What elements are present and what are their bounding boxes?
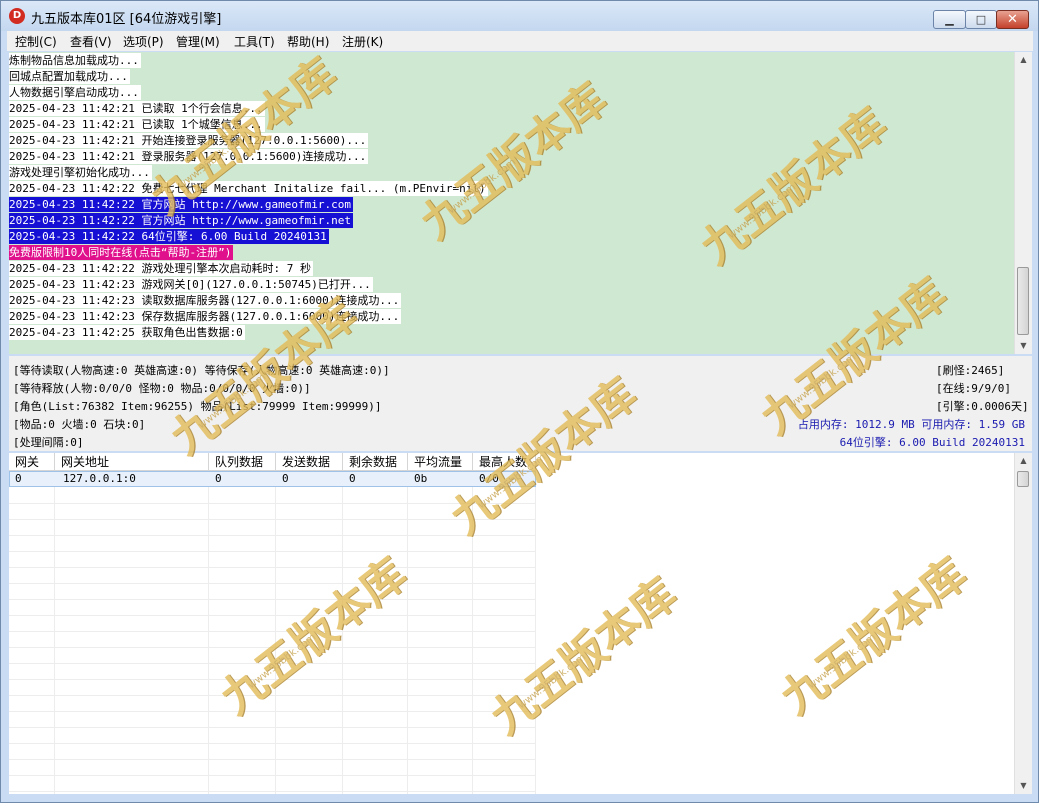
grid-row-line	[9, 551, 536, 552]
log-line: 2025-04-23 11:42:23 游戏网关[0](127.0.0.1:50…	[9, 277, 373, 292]
col-avg-traffic[interactable]: 平均流量	[408, 453, 473, 471]
log-scroll-thumb[interactable]	[1017, 267, 1029, 335]
status-interval: [处理间隔:0]	[13, 436, 84, 449]
col-remaining-data[interactable]: 剩余数据	[343, 453, 408, 471]
log-panel[interactable]: 炼制物品信息加载成功... 回城点配置加载成功... 人物数据引擎启动成功... 20…	[9, 52, 1014, 354]
log-line: 2025-04-23 11:42:21 已读取 1个行会信息...	[9, 101, 265, 116]
scroll-up-icon[interactable]: ▲	[1015, 52, 1032, 68]
status-engine-uptime: [引擎:0.0006天]	[936, 400, 1029, 413]
status-wait-read: [等待读取(人物高速:0 英雄高速:0) 等待保存(人物高速:0 英雄高速:0)…	[13, 364, 390, 377]
cell-remaining-data: 0	[349, 472, 356, 485]
log-line: 2025-04-23 11:42:21 开始连接登录服务器(127.0.0.1:…	[9, 133, 369, 148]
menu-view[interactable]: 查看(V)	[70, 33, 112, 50]
log-scrollbar[interactable]: ▲ ▼	[1014, 52, 1032, 354]
scroll-down-icon[interactable]: ▼	[1015, 338, 1032, 354]
log-line: 免费版限制10人同时在线(点击“帮助-注册”)	[9, 245, 234, 260]
status-panel: [等待读取(人物高速:0 英雄高速:0) 等待保存(人物高速:0 英雄高速:0)…	[9, 356, 1032, 451]
menu-help[interactable]: 帮助(H)	[287, 33, 329, 50]
grid-row-line	[9, 711, 536, 712]
cell-queue-data: 0	[215, 472, 222, 485]
log-line: 2025-04-23 11:42:22 官方网站 http://www.game…	[9, 213, 354, 228]
log-line: 2025-04-23 11:42:25 获取角色出售数据:0	[9, 325, 245, 340]
close-icon: ✕	[1007, 12, 1018, 27]
cell-sent-data: 0	[282, 472, 289, 485]
grid-column-line	[208, 487, 209, 794]
grid-column-line	[342, 487, 343, 794]
col-gateway-address[interactable]: 网关地址	[55, 453, 209, 471]
maximize-button[interactable]: □	[965, 10, 997, 29]
grid-row-line	[9, 519, 536, 520]
cell-gateway-address: 127.0.0.1:0	[63, 472, 136, 485]
grid-row-line	[9, 647, 536, 648]
log-line: 2025-04-23 11:42:21 登录服务器(127.0.0.1:5600…	[9, 149, 369, 164]
status-items-firewall: [物品:0 火墙:0 石块:0]	[13, 418, 146, 431]
window-title: 九五版本库01区 [64位游戏引擎]	[31, 12, 222, 27]
cell-gateway: 0	[15, 472, 22, 485]
status-memory: 占用内存: 1012.9 MB 可用内存: 1.59 GB	[797, 418, 1025, 431]
maximize-icon: □	[975, 13, 987, 26]
log-line: 炼制物品信息加载成功...	[9, 53, 141, 68]
status-spawn: [刷怪:2465]	[936, 364, 1005, 377]
log-line: 人物数据引擎启动成功...	[9, 85, 141, 100]
table-scroll-up-icon[interactable]: ▲	[1015, 453, 1032, 469]
log-line: 2025-04-23 11:42:22 游戏处理引擎本次启动耗时: 7 秒	[9, 261, 313, 276]
menu-bar: 控制(C) 查看(V) 选项(P) 管理(M) 工具(T) 帮助(H) 注册(K…	[7, 31, 1033, 51]
col-max-users[interactable]: 最高人数	[473, 453, 536, 471]
cell-avg-traffic: 0b	[414, 472, 428, 485]
menu-tools[interactable]: 工具(T)	[234, 33, 275, 50]
log-line: 回城点配置加载成功...	[9, 69, 130, 84]
close-button[interactable]: ✕	[996, 10, 1029, 29]
grid-column-line	[54, 487, 55, 794]
grid-row-line	[9, 791, 536, 792]
app-icon[interactable]: D	[9, 8, 25, 24]
log-line: 2025-04-23 11:42:22 免费七七代理 Merchant Init…	[9, 181, 488, 196]
grid-row-line	[9, 535, 536, 536]
status-engine-version: 64位引擎: 6.00 Build 20240131	[839, 436, 1025, 449]
menu-register[interactable]: 注册(K)	[342, 33, 383, 50]
log-line: 2025-04-23 11:42:22 64位引擎: 6.00 Build 20…	[9, 229, 329, 244]
grid-row-line	[9, 695, 536, 696]
menu-control[interactable]: 控制(C)	[15, 33, 57, 50]
grid-row-line	[9, 567, 536, 568]
table-scrollbar[interactable]: ▲ ▼	[1014, 453, 1032, 794]
col-queue-data[interactable]: 队列数据	[209, 453, 276, 471]
grid-row-line	[9, 503, 536, 504]
gateway-table[interactable]: 网关 网关地址 队列数据 发送数据 剩余数据 平均流量 最高人数 0 127.0…	[9, 453, 1014, 794]
menu-options[interactable]: 选项(P)	[123, 33, 164, 50]
log-line: 2025-04-23 11:42:22 官方网站 http://www.game…	[9, 197, 354, 212]
grid-row-line	[9, 599, 536, 600]
col-gateway[interactable]: 网关	[9, 453, 55, 471]
table-scroll-down-icon[interactable]: ▼	[1015, 778, 1032, 794]
grid-row-line	[9, 775, 536, 776]
title-bar[interactable]: D 九五版本库01区 [64位游戏引擎] ▁ □ ✕	[1, 1, 1038, 31]
grid-row-line	[9, 743, 536, 744]
grid-column-line	[535, 487, 536, 794]
log-line: 游戏处理引擎初始化成功...	[9, 165, 152, 180]
cell-max-users: 0/0	[479, 472, 499, 485]
table-scroll-thumb[interactable]	[1017, 471, 1029, 487]
log-line: 2025-04-23 11:42:21 已读取 1个城堡信息...	[9, 117, 265, 132]
grid-row-line	[9, 759, 536, 760]
grid-column-line	[275, 487, 276, 794]
minimize-icon: ▁	[945, 13, 954, 26]
grid-row-line	[9, 583, 536, 584]
grid-column-line	[407, 487, 408, 794]
grid-row-line	[9, 727, 536, 728]
grid-row-line	[9, 615, 536, 616]
minimize-button[interactable]: ▁	[933, 10, 966, 29]
grid-row-line	[9, 663, 536, 664]
status-wait-release: [等待释放(人物:0/0/0 怪物:0 物品:0/0/0/0 火墙:0)]	[13, 382, 311, 395]
col-sent-data[interactable]: 发送数据	[276, 453, 343, 471]
status-online: [在线:9/9/0]	[936, 382, 1011, 395]
log-line: 2025-04-23 11:42:23 保存数据库服务器(127.0.0.1:6…	[9, 309, 402, 324]
main-window: D 九五版本库01区 [64位游戏引擎] ▁ □ ✕ 控制(C) 查看(V) 选…	[0, 0, 1039, 803]
grid-row-line	[9, 631, 536, 632]
log-line: 2025-04-23 11:42:23 读取数据库服务器(127.0.0.1:6…	[9, 293, 402, 308]
grid-column-line	[472, 487, 473, 794]
status-role-items: [角色(List:76382 Item:96255) 物品(List:79999…	[13, 400, 382, 413]
menu-manage[interactable]: 管理(M)	[176, 33, 220, 50]
grid-row-line	[9, 679, 536, 680]
